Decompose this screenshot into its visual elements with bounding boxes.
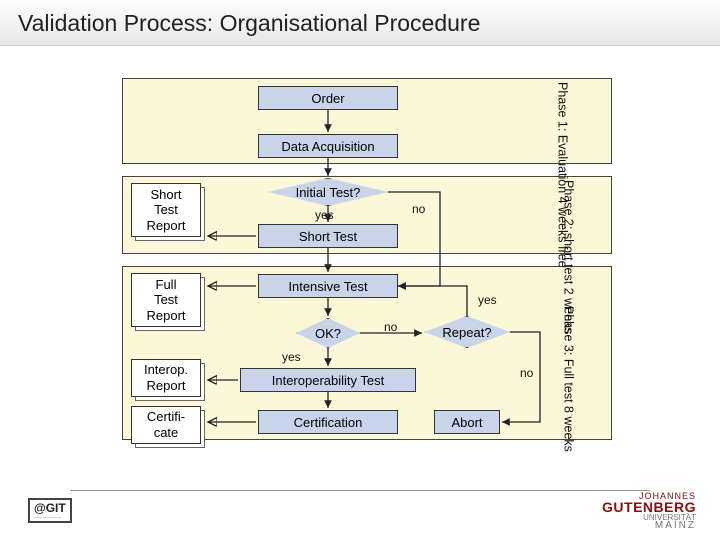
logo-git-text: @GIT xyxy=(34,501,66,515)
report-certificate: Certifi- cate xyxy=(131,406,201,444)
node-order: Order xyxy=(258,86,398,110)
label-repeat-no: no xyxy=(520,366,533,380)
node-intensive-test: Intensive Test xyxy=(258,274,398,298)
label-ok-yes: yes xyxy=(282,350,301,364)
report-interop: Interop. Report xyxy=(131,359,201,397)
node-data-acquisition: Data Acquisition xyxy=(258,134,398,158)
footer-rule xyxy=(70,490,650,491)
label-ok-no: no xyxy=(384,320,397,334)
logo-git: @GIT ···················· xyxy=(28,498,72,523)
node-certification: Certification xyxy=(258,410,398,434)
node-interop-test: Interoperability Test xyxy=(240,368,416,392)
logo-line-4: MAINZ xyxy=(602,521,696,531)
label-initial-yes: yes xyxy=(315,208,334,222)
node-ok: OK? xyxy=(296,318,360,348)
label-initial-no: no xyxy=(412,202,425,216)
node-short-test: Short Test xyxy=(258,224,398,248)
label-repeat-yes: yes xyxy=(478,293,497,307)
report-full-test: Full Test Report xyxy=(131,273,201,327)
report-short-test: Short Test Report xyxy=(131,183,201,237)
diagram-canvas: Phase 1: Evaluation 4 weeks free Phase 2… xyxy=(0,48,720,498)
phase-3-label: Phase 3: Full test 8 weeks xyxy=(560,306,576,452)
node-abort: Abort xyxy=(434,410,500,434)
logo-line-2: GUTENBERG xyxy=(602,501,696,514)
node-repeat: Repeat? xyxy=(424,316,510,348)
logo-university: JOHANNES GUTENBERG UNIVERSITÄT MAINZ xyxy=(602,492,696,531)
page-title: Validation Process: Organisational Proce… xyxy=(0,0,720,46)
node-initial-test: Initial Test? xyxy=(268,178,388,206)
logo-git-sub: ···················· xyxy=(34,515,66,521)
